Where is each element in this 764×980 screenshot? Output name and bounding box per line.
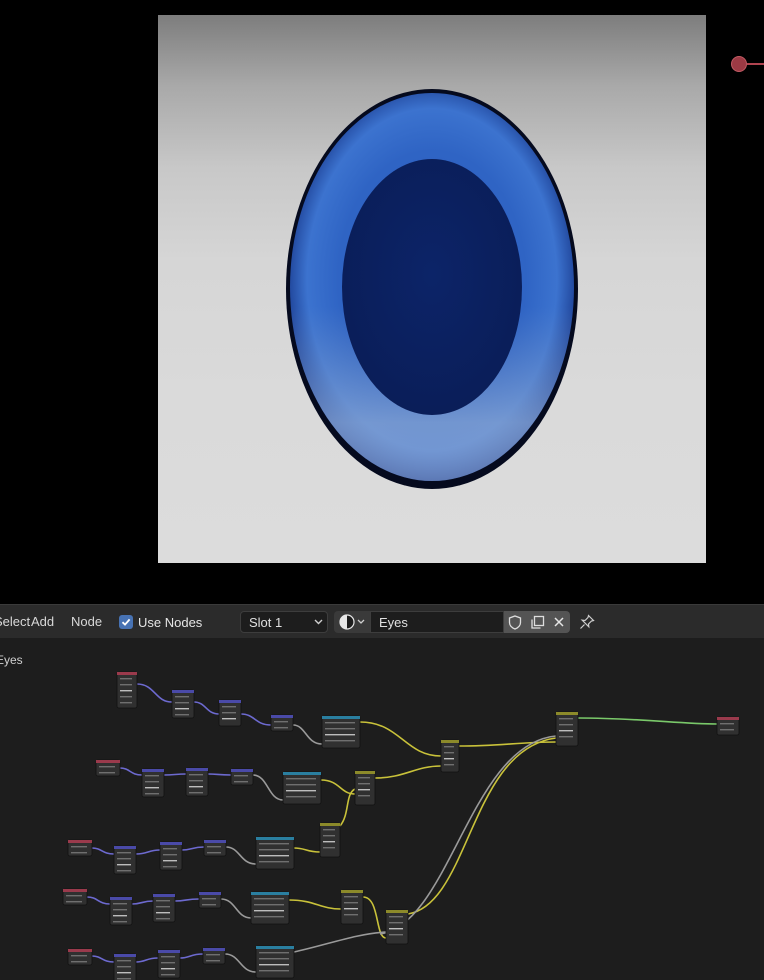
slot-label: Slot 1 (249, 615, 283, 630)
pin-button[interactable] (577, 612, 597, 632)
node-link (135, 849, 161, 855)
node-link (136, 683, 173, 703)
shader-node[interactable] (218, 699, 242, 727)
shader-node[interactable] (555, 711, 579, 747)
checkbox-checked-icon[interactable] (119, 615, 133, 629)
node-link (91, 847, 115, 855)
node-link (292, 724, 323, 745)
shader-node[interactable] (159, 841, 183, 871)
shader-node[interactable] (255, 945, 295, 979)
shader-node[interactable] (116, 671, 138, 709)
shader-node[interactable] (716, 716, 740, 736)
shader-node[interactable] (198, 891, 222, 909)
shader-node[interactable] (440, 739, 460, 773)
socket-handle[interactable] (731, 56, 747, 72)
node-link (220, 898, 252, 919)
node-link (320, 779, 356, 795)
node-link (179, 953, 204, 959)
duplicate-material-button[interactable] (526, 611, 548, 633)
shader-node[interactable] (62, 888, 88, 906)
chevron-down-icon (314, 619, 323, 625)
node-link (288, 899, 342, 910)
menu-node[interactable]: Node (71, 614, 102, 629)
material-browse-button[interactable] (334, 611, 370, 633)
node-link (163, 773, 187, 776)
node-link (135, 957, 159, 963)
close-icon (554, 617, 564, 627)
node-link (181, 846, 205, 851)
node-link (407, 737, 557, 915)
shader-node[interactable] (385, 909, 409, 945)
node-link (91, 955, 115, 963)
shader-node[interactable] (250, 891, 290, 925)
shader-node[interactable] (319, 822, 341, 858)
node-link (240, 713, 272, 726)
shader-node[interactable] (141, 768, 165, 798)
render-preview (158, 15, 706, 563)
render-viewport[interactable] (0, 0, 764, 604)
fake-user-button[interactable] (504, 611, 526, 633)
use-nodes-toggle[interactable]: Use Nodes (119, 613, 202, 631)
shader-node[interactable] (203, 839, 227, 857)
node-link (224, 953, 257, 973)
shader-node[interactable] (340, 889, 364, 925)
node-link (225, 846, 257, 865)
node-graph[interactable] (0, 604, 764, 980)
node-link (577, 717, 718, 725)
shader-node[interactable] (113, 845, 137, 875)
shader-node[interactable] (95, 759, 121, 777)
node-link (379, 735, 557, 935)
shader-node[interactable] (202, 947, 226, 965)
node-link (374, 765, 442, 779)
menu-select[interactable]: Select (0, 614, 30, 629)
shader-node[interactable] (230, 768, 254, 786)
shader-node[interactable] (113, 953, 137, 980)
breadcrumb: Eyes (0, 653, 23, 667)
shader-node[interactable] (67, 839, 93, 857)
duplicate-icon (530, 615, 544, 629)
shader-node[interactable] (171, 689, 195, 719)
node-link (193, 701, 220, 715)
node-link (131, 900, 154, 905)
material-name: Eyes (379, 615, 408, 630)
shader-node[interactable] (152, 893, 176, 923)
node-link (293, 931, 387, 953)
pin-icon (580, 614, 595, 629)
use-nodes-label: Use Nodes (138, 614, 203, 630)
shader-node[interactable] (255, 836, 295, 870)
slot-dropdown[interactable]: Slot 1 (240, 611, 328, 633)
shader-node[interactable] (157, 949, 181, 979)
shader-node[interactable] (109, 896, 133, 926)
editor-header: Select Add Node Use Nodes Slot 1 Eyes (0, 604, 764, 638)
shader-node[interactable] (282, 771, 322, 805)
shader-node[interactable] (270, 714, 294, 732)
eye-render (286, 89, 578, 489)
shader-node[interactable] (185, 767, 209, 797)
node-link (252, 774, 284, 801)
node-link (86, 896, 111, 905)
node-link (359, 721, 442, 757)
shield-icon (508, 614, 522, 630)
node-link (207, 773, 232, 776)
material-sphere-icon (339, 614, 365, 630)
node-link (119, 767, 143, 776)
menu-add[interactable]: Add (31, 614, 54, 629)
shader-node[interactable] (321, 715, 361, 749)
node-link (174, 898, 200, 902)
socket-wire (747, 63, 764, 65)
shader-node-editor[interactable]: Select Add Node Use Nodes Slot 1 Eyes (0, 604, 764, 980)
shader-node[interactable] (354, 770, 376, 806)
material-name-field[interactable]: Eyes (370, 611, 504, 633)
node-link (458, 741, 557, 747)
unlink-material-button[interactable] (548, 611, 570, 633)
node-link (293, 847, 321, 853)
shader-node[interactable] (67, 948, 93, 966)
